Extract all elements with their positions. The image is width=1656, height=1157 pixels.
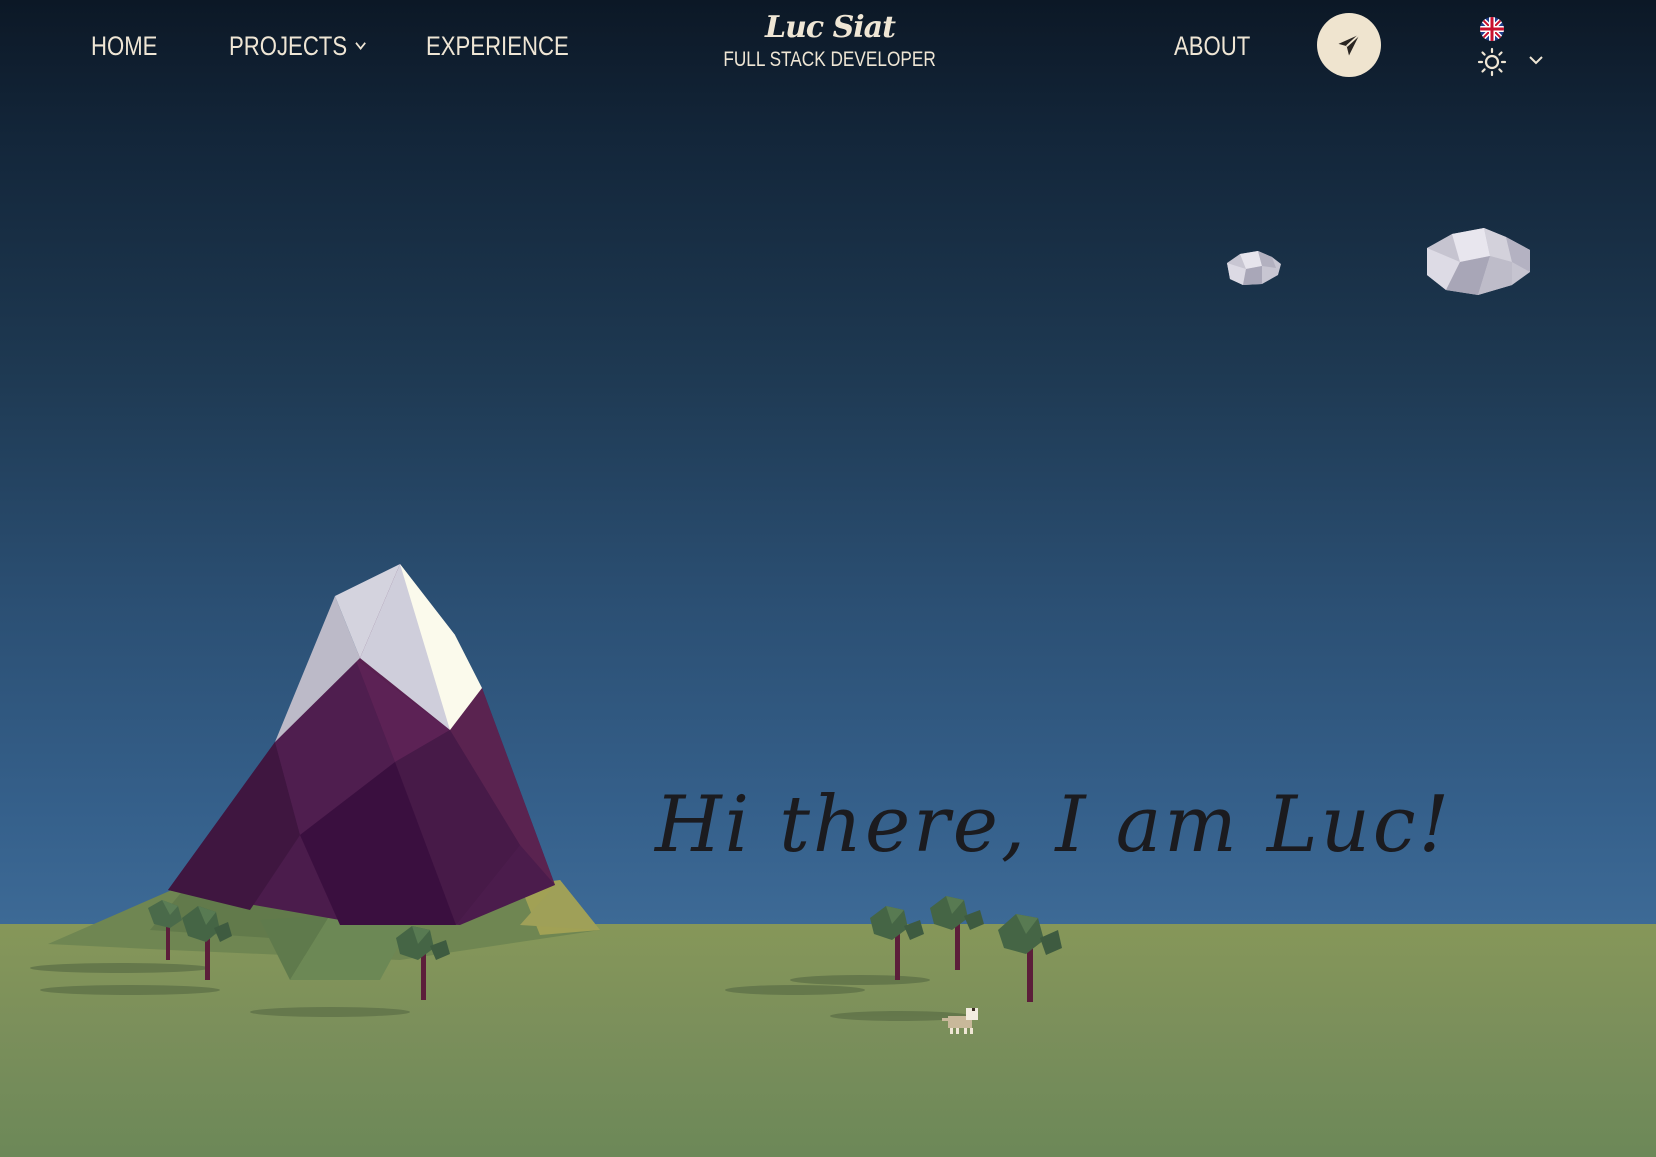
- low-poly-landscape: [30, 228, 1530, 1034]
- uk-flag-icon[interactable]: [1480, 17, 1504, 41]
- nav-home-link[interactable]: HOME: [91, 28, 157, 64]
- paper-plane-icon: [1338, 33, 1361, 56]
- nav-projects-dropdown[interactable]: PROJECTS: [229, 28, 366, 64]
- chevron-down-icon[interactable]: [1528, 52, 1544, 68]
- large-cloud: [1427, 228, 1530, 295]
- hero-greeting: Hi there, I am Luc!: [655, 780, 1453, 870]
- brand-name: Luc Siat: [765, 10, 896, 45]
- tree: [998, 914, 1062, 1002]
- sun-icon[interactable]: [1477, 47, 1507, 77]
- chevron-down-icon: [355, 37, 366, 50]
- top-navigation: HOME PROJECTS EXPERIENCE Luc Siat FULL S…: [0, 0, 1656, 100]
- nav-about-link[interactable]: ABOUT: [1174, 28, 1250, 64]
- nav-experience-link[interactable]: EXPERIENCE: [426, 28, 569, 64]
- small-cloud: [1227, 251, 1281, 285]
- tree: [870, 906, 924, 980]
- brand-subtitle: FULL STACK DEVELOPER: [723, 48, 937, 71]
- contact-button[interactable]: [1317, 13, 1381, 77]
- nav-projects-label: PROJECTS: [229, 31, 348, 61]
- tree: [930, 896, 984, 970]
- mountain: [168, 564, 555, 925]
- dog-figure: [942, 1008, 978, 1034]
- brand-home-link[interactable]: Luc Siat FULL STACK DEVELOPER: [700, 8, 960, 72]
- landing-page: HOME PROJECTS EXPERIENCE Luc Siat FULL S…: [0, 0, 1656, 1157]
